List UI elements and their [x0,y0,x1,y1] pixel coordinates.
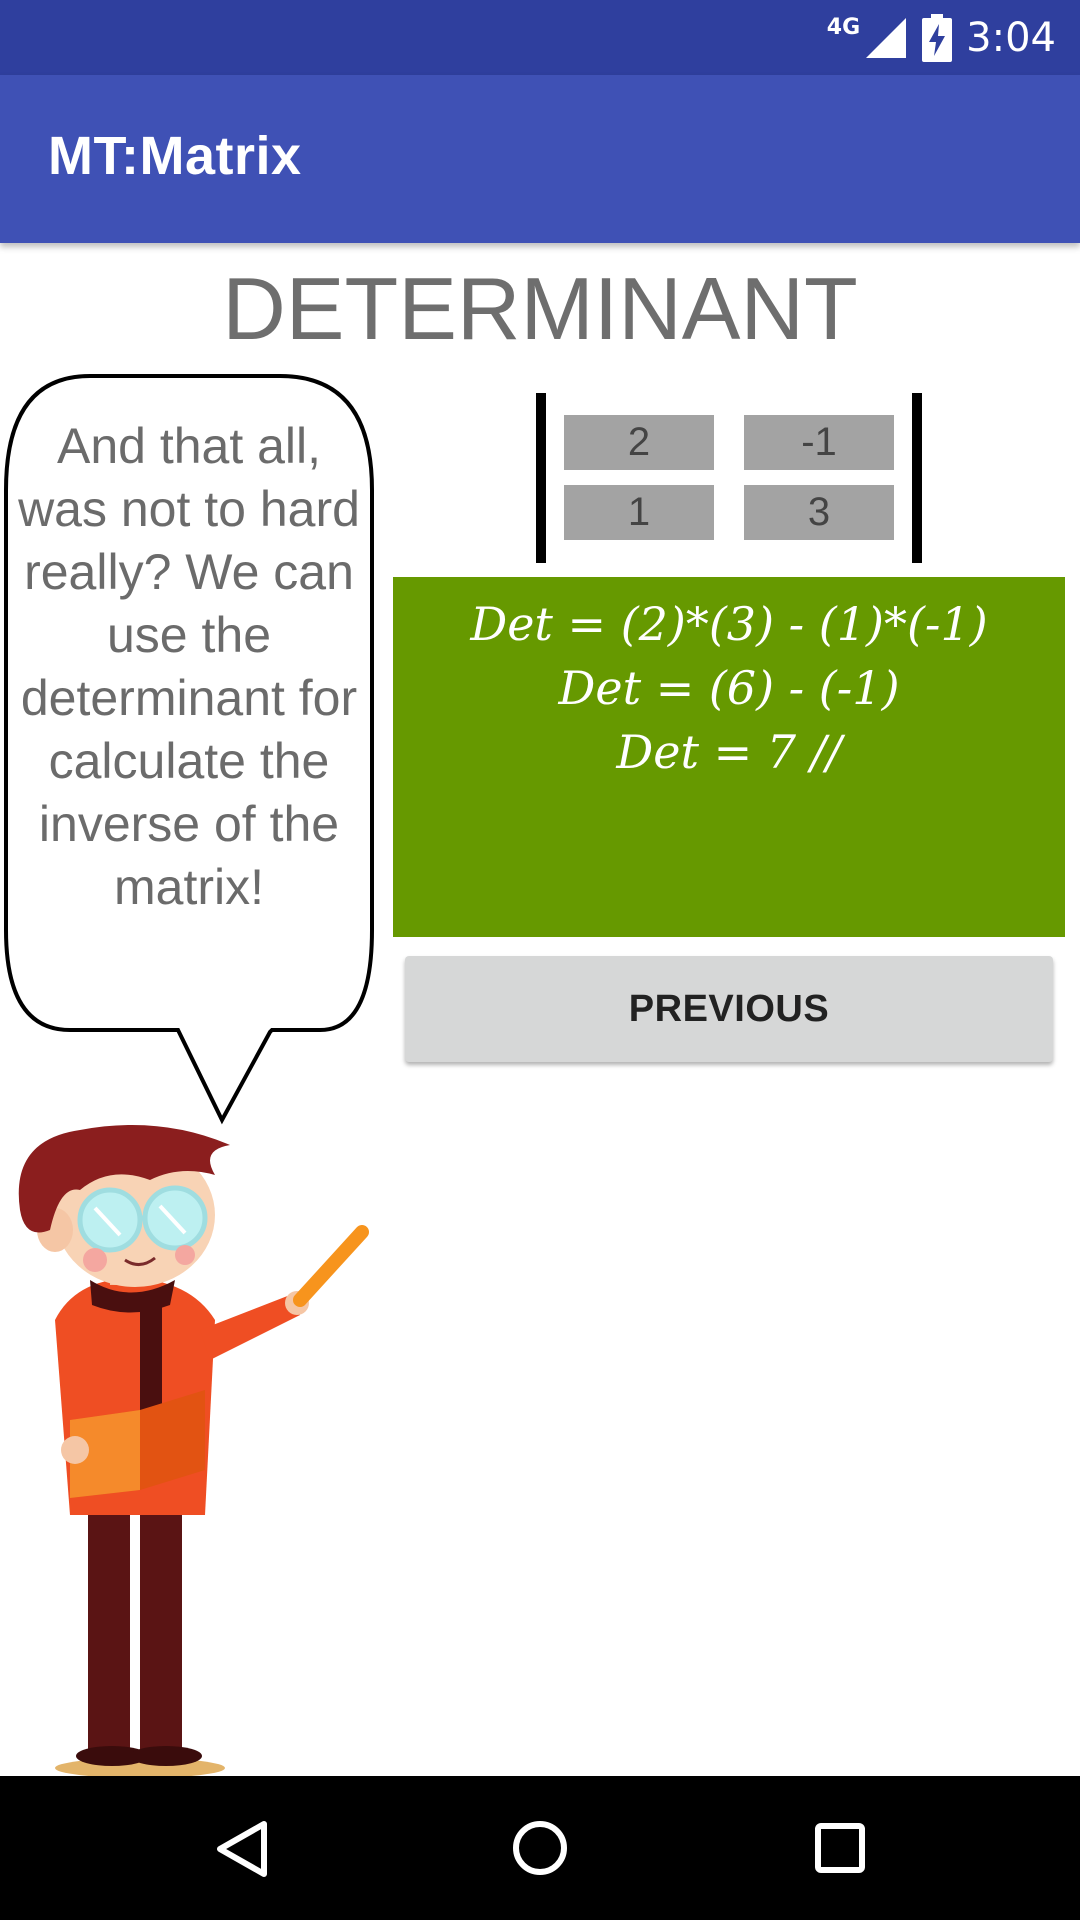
app-title: MT:Matrix [48,126,302,186]
matrix-cell-r2c2[interactable]: 3 [744,485,894,540]
determinant-result-panel: Det = (2)*(3) - (1)*(-1) Det = (6) - (-1… [393,577,1065,937]
matrix-cell-r2c1[interactable]: 1 [564,485,714,540]
speech-bubble-text: And that all, was not to hard really? We… [18,418,360,915]
matrix-cell-r1c1[interactable]: 2 [564,415,714,470]
previous-button[interactable]: PREVIOUS [405,956,1053,1062]
result-line: Det = 7 // [616,725,842,779]
battery-charging-icon [922,13,953,62]
signal-icon [866,17,907,58]
back-icon[interactable] [214,1820,270,1878]
navigation-bar [0,1776,1080,1920]
status-icons: 4G 3:04 [827,0,1056,75]
page-title: DETERMINANT [222,259,858,358]
recents-icon[interactable] [814,1822,866,1874]
matrix-left-bar [536,393,546,563]
matrix-2x2: 2 -1 1 3 [536,393,922,563]
result-line: Det = (2)*(3) - (1)*(-1) [470,597,988,651]
network-type-label: 4G [826,15,861,40]
home-icon[interactable] [512,1820,568,1876]
result-line: Det = (6) - (-1) [558,661,900,715]
app-bar: MT:Matrix [0,75,1080,243]
matrix-cell-r1c2[interactable]: -1 [744,415,894,470]
teacher-illustration [18,1125,369,1778]
matrix-right-bar [912,393,922,563]
status-bar: 4G 3:04 [0,0,1080,75]
status-time: 3:04 [966,14,1056,61]
